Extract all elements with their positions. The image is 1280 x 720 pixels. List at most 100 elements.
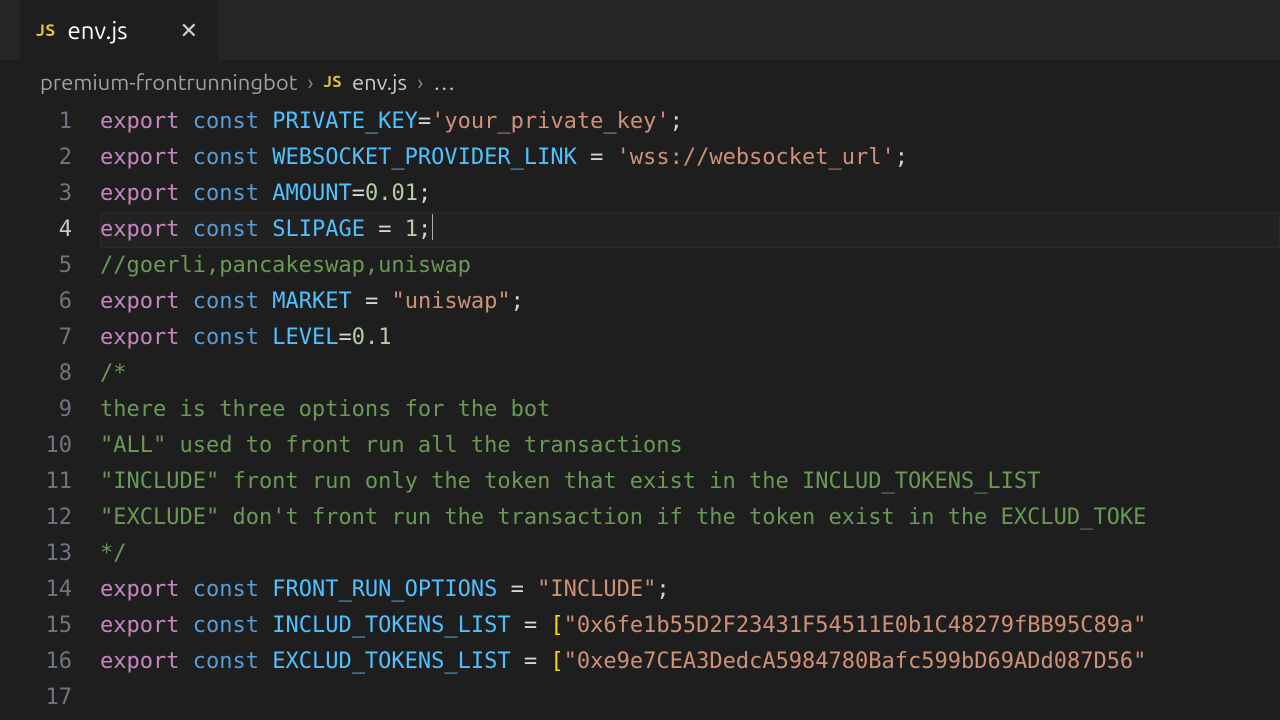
token-op: =	[338, 325, 351, 350]
token-stor: const	[193, 577, 259, 602]
token-kw: export	[100, 109, 179, 134]
breadcrumb: premium-frontrunningbot › JS env.js › …	[0, 60, 1280, 104]
code-line[interactable]: export const WEBSOCKET_PROVIDER_LINK = '…	[100, 140, 1280, 176]
token-op: =	[352, 181, 365, 206]
token-cmt: //goerli,pancakeswap,uniswap	[100, 253, 471, 278]
breadcrumb-folder[interactable]: premium-frontrunningbot	[40, 70, 297, 95]
tab-env-js[interactable]: JS env.js ✕	[20, 0, 218, 60]
line-number-gutter: 1234567891011121314151617	[0, 104, 100, 720]
token-stor: const	[193, 649, 259, 674]
token-stor: const	[193, 181, 259, 206]
token-str: 'your_private_key'	[431, 109, 669, 134]
line-number: 16	[0, 644, 72, 680]
token-kw: export	[100, 217, 179, 242]
token-pun: ;	[418, 181, 431, 206]
code-line[interactable]: "ALL" used to front run all the transact…	[100, 428, 1280, 464]
line-number: 8	[0, 356, 72, 392]
code-line[interactable]: */	[100, 536, 1280, 572]
breadcrumb-file[interactable]: env.js	[352, 70, 407, 95]
token-brk: [	[550, 649, 563, 674]
chevron-right-icon: ›	[307, 70, 313, 95]
code-editor[interactable]: 1234567891011121314151617 export const P…	[0, 104, 1280, 720]
js-file-icon: JS	[36, 21, 56, 40]
line-number: 9	[0, 392, 72, 428]
token-stor: const	[193, 325, 259, 350]
token-brk: [	[550, 613, 563, 638]
token-cmt: there is three options for the bot	[100, 397, 550, 422]
code-line[interactable]: export const EXCLUD_TOKENS_LIST = ["0xe9…	[100, 644, 1280, 680]
token-varname: PRIVATE_KEY	[272, 109, 418, 134]
token-num: 0.1	[352, 325, 392, 350]
token-op: =	[524, 613, 537, 638]
token-pun: ;	[670, 109, 683, 134]
token-varname: LEVEL	[272, 325, 338, 350]
token-stor: const	[193, 613, 259, 638]
token-str: "INCLUDE"	[537, 577, 656, 602]
token-kw: export	[100, 145, 179, 170]
line-number: 2	[0, 140, 72, 176]
token-op: =	[590, 145, 603, 170]
code-line[interactable]	[100, 680, 1280, 716]
token-op: =	[378, 217, 391, 242]
line-number: 11	[0, 464, 72, 500]
token-pun: ;	[418, 217, 431, 242]
line-number: 1	[0, 104, 72, 140]
token-pun: ;	[895, 145, 908, 170]
close-icon[interactable]: ✕	[180, 18, 198, 44]
code-area[interactable]: export const PRIVATE_KEY='your_private_k…	[100, 104, 1280, 720]
token-op: =	[524, 649, 537, 674]
line-number: 13	[0, 536, 72, 572]
code-line[interactable]: "EXCLUDE" don't front run the transactio…	[100, 500, 1280, 536]
tab-bar: JS env.js ✕	[0, 0, 1280, 60]
line-number: 4	[0, 212, 72, 248]
token-op: =	[365, 289, 378, 314]
token-varname: FRONT_RUN_OPTIONS	[272, 577, 497, 602]
token-cmt: */	[100, 541, 127, 566]
code-line[interactable]: export const MARKET = "uniswap";	[100, 284, 1280, 320]
token-stor: const	[193, 217, 259, 242]
token-varname: SLIPAGE	[272, 217, 365, 242]
code-line[interactable]: export const INCLUD_TOKENS_LIST = ["0x6f…	[100, 608, 1280, 644]
line-number: 3	[0, 176, 72, 212]
code-line[interactable]: /*	[100, 356, 1280, 392]
token-str: "uniswap"	[391, 289, 510, 314]
code-line[interactable]: there is three options for the bot	[100, 392, 1280, 428]
line-number: 15	[0, 608, 72, 644]
token-str: 'wss://websocket_url'	[617, 145, 895, 170]
token-cmt: /*	[100, 361, 127, 386]
code-line[interactable]: export const SLIPAGE = 1;	[100, 212, 1280, 248]
token-kw: export	[100, 613, 179, 638]
line-number: 14	[0, 572, 72, 608]
js-file-icon: JS	[324, 73, 342, 91]
code-line[interactable]: export const PRIVATE_KEY='your_private_k…	[100, 104, 1280, 140]
code-line[interactable]: export const LEVEL=0.1	[100, 320, 1280, 356]
breadcrumb-symbol[interactable]: …	[433, 70, 455, 95]
line-number: 5	[0, 248, 72, 284]
token-varname: EXCLUD_TOKENS_LIST	[272, 649, 510, 674]
token-kw: export	[100, 325, 179, 350]
token-pun: ;	[511, 289, 524, 314]
code-line[interactable]: "INCLUDE" front run only the token that …	[100, 464, 1280, 500]
line-number: 17	[0, 680, 72, 716]
code-line[interactable]: export const FRONT_RUN_OPTIONS = "INCLUD…	[100, 572, 1280, 608]
token-kw: export	[100, 289, 179, 314]
token-op: =	[511, 577, 524, 602]
token-varname: MARKET	[272, 289, 351, 314]
tab-filename: env.js	[68, 17, 128, 44]
token-kw: export	[100, 649, 179, 674]
token-cmt: "ALL" used to front run all the transact…	[100, 433, 683, 458]
line-number: 10	[0, 428, 72, 464]
text-cursor	[432, 214, 433, 240]
token-cmt: "EXCLUDE" don't front run the transactio…	[100, 505, 1146, 530]
token-varname: WEBSOCKET_PROVIDER_LINK	[272, 145, 577, 170]
code-line[interactable]: export const AMOUNT=0.01;	[100, 176, 1280, 212]
token-op: =	[418, 109, 431, 134]
code-line[interactable]: //goerli,pancakeswap,uniswap	[100, 248, 1280, 284]
token-stor: const	[193, 289, 259, 314]
token-str: "0xe9e7CEA3DedcA5984780Bafc599bD69ADd087…	[564, 649, 1147, 674]
token-num: 1	[405, 217, 418, 242]
token-num: 0.01	[365, 181, 418, 206]
token-kw: export	[100, 577, 179, 602]
token-stor: const	[193, 145, 259, 170]
token-stor: const	[193, 109, 259, 134]
